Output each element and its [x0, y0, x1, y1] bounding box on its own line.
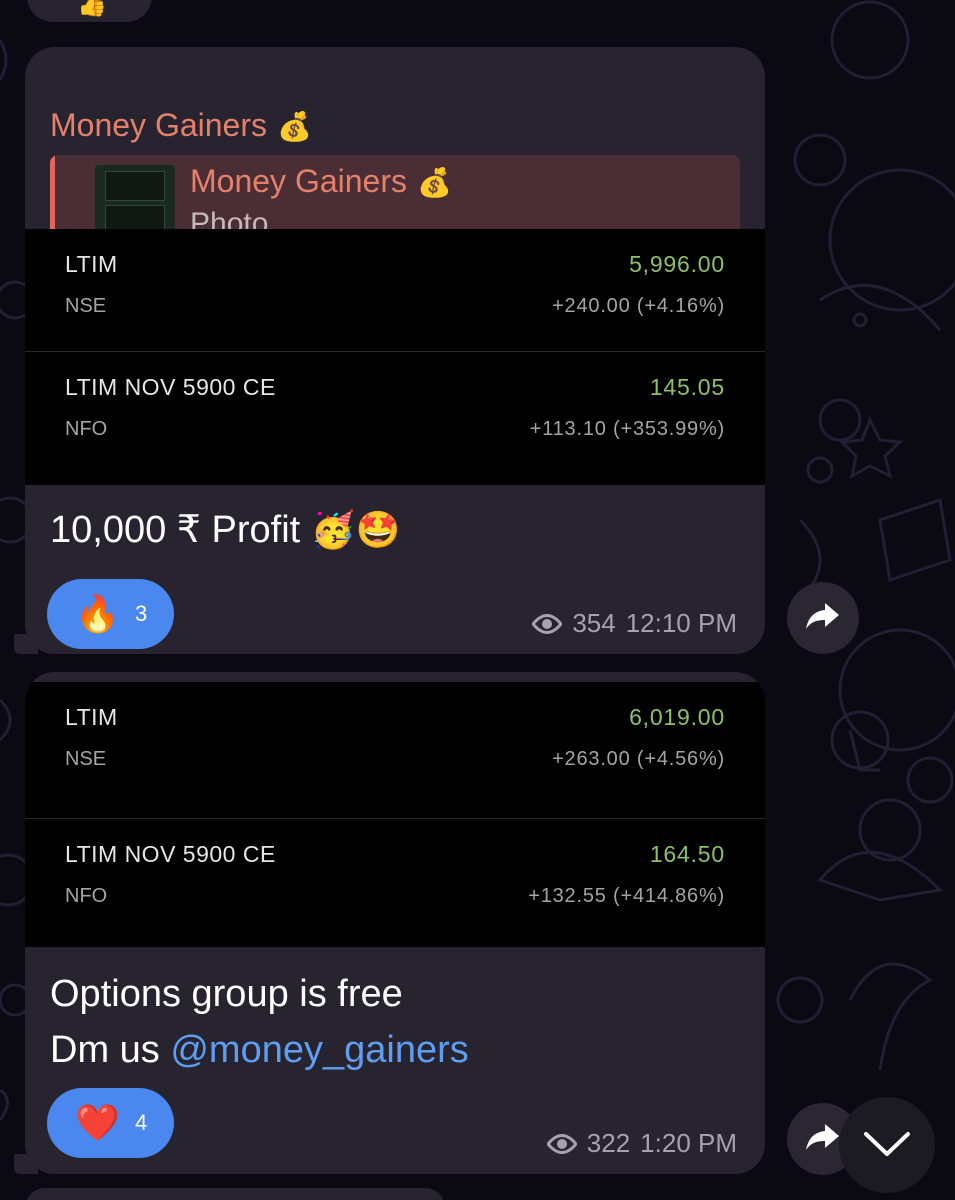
stock-symbol: LTIM NOV 5900 CE: [65, 374, 276, 400]
message-time: 1:20 PM: [640, 1128, 737, 1158]
sender-name[interactable]: Money Gainers 💰: [50, 107, 312, 144]
next-message-bubble: [25, 1188, 445, 1200]
stock-price: 6,019.00: [629, 704, 725, 730]
money-bag-emoji: 💰: [416, 167, 452, 198]
username-link[interactable]: @money_gainers: [170, 1029, 468, 1071]
stock-row: LTIM NSE 6,019.00 +263.00 (+4.56%): [25, 682, 765, 818]
eye-icon: [546, 1133, 577, 1155]
stock-change: +132.55 (+414.86%): [528, 885, 725, 907]
stock-price: 5,996.00: [629, 251, 725, 277]
stock-price: 145.05: [649, 374, 725, 400]
message-time: 12:10 PM: [625, 608, 737, 638]
previous-message-bubble: 👍: [27, 0, 152, 22]
reply-sender-name: Money Gainers 💰: [190, 163, 452, 199]
stock-symbol: LTIM NOV 5900 CE: [65, 841, 276, 867]
reaction-count: 3: [135, 601, 148, 626]
message-text: Options group is free Dm us @money_gaine…: [50, 973, 469, 1071]
chevron-down-icon: [862, 1128, 912, 1163]
share-icon: [805, 1122, 841, 1157]
stock-change: +240.00 (+4.16%): [552, 295, 725, 317]
share-button[interactable]: [787, 582, 859, 654]
party-emoji: 🥳🤩: [310, 509, 401, 550]
stock-screenshot[interactable]: LTIM NSE 5,996.00 +240.00 (+4.16%) LTIM …: [25, 229, 765, 485]
reaction-count: 4: [135, 1110, 148, 1135]
stock-exchange: NFO: [65, 885, 108, 907]
stock-change: +263.00 (+4.56%): [552, 748, 725, 770]
stock-row: LTIM NOV 5900 CE NFO 164.50 +132.55 (+41…: [25, 818, 765, 954]
stock-change: +113.10 (+353.99%): [529, 418, 725, 440]
message-bubble[interactable]: LTIM NSE 6,019.00 +263.00 (+4.56%) LTIM …: [25, 672, 765, 1174]
stock-price: 164.50: [649, 841, 725, 867]
stock-exchange: NSE: [65, 748, 107, 770]
stock-row: LTIM NOV 5900 CE NFO 145.05 +113.10 (+35…: [25, 351, 765, 487]
message-bubble[interactable]: Money Gainers 💰 Money Gainers 💰 Photo LTIM…: [25, 47, 765, 654]
fire-emoji: 🔥: [75, 593, 120, 634]
stock-symbol: LTIM: [65, 704, 118, 730]
view-count: 322: [586, 1128, 631, 1158]
message-meta: 354 12:10 PM: [532, 608, 737, 639]
view-count: 354: [572, 608, 616, 638]
eye-icon: [532, 613, 563, 635]
reaction-heart[interactable]: ❤️ 4: [47, 1088, 174, 1158]
share-icon: [805, 601, 841, 636]
scroll-to-bottom-button[interactable]: [839, 1097, 935, 1193]
thumbs-up-reaction[interactable]: 👍: [77, 0, 107, 19]
stock-exchange: NSE: [65, 295, 107, 317]
money-bag-emoji: 💰: [276, 111, 312, 142]
message-meta: 322 1:20 PM: [546, 1128, 737, 1159]
stock-symbol: LTIM: [65, 251, 118, 277]
reaction-fire[interactable]: 🔥 3: [47, 579, 174, 649]
heart-emoji: ❤️: [75, 1102, 120, 1143]
stock-row: LTIM NSE 5,996.00 +240.00 (+4.16%): [25, 229, 765, 365]
stock-exchange: NFO: [65, 418, 108, 440]
message-text: 10,000 ₹ Profit 🥳🤩: [50, 509, 401, 551]
stock-screenshot[interactable]: LTIM NSE 6,019.00 +263.00 (+4.56%) LTIM …: [25, 682, 765, 947]
